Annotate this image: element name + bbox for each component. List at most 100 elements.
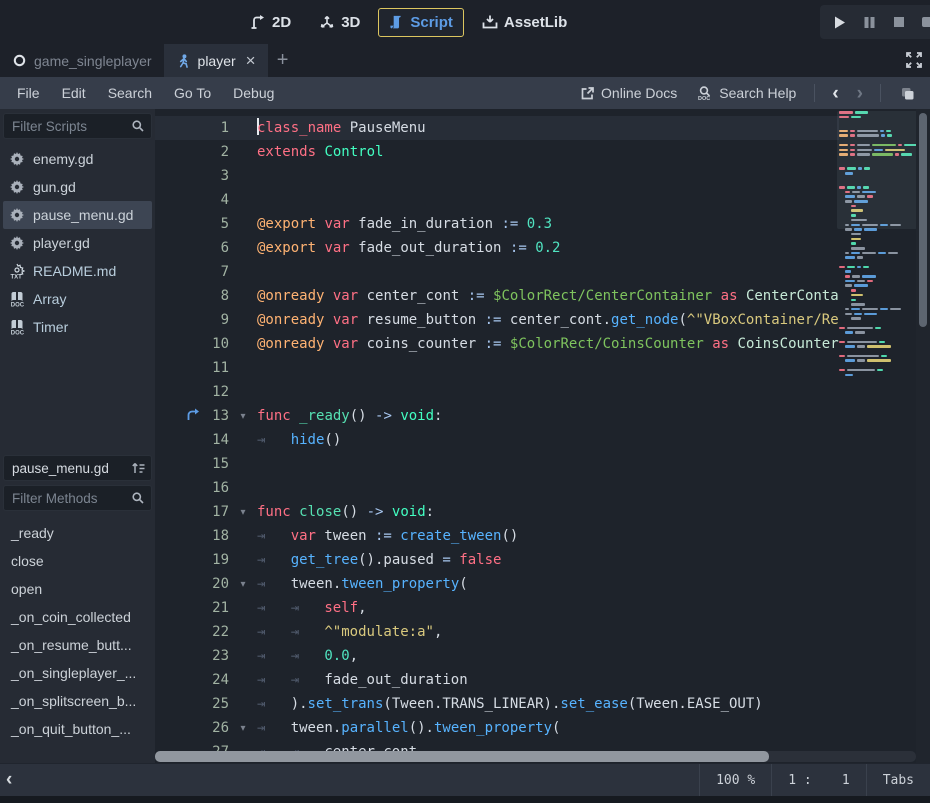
code-line-26[interactable]: 26▾⇥tween.parallel().tween_property( [155, 716, 839, 740]
script-item-Timer[interactable]: DOCTimer [3, 313, 152, 341]
method-item-_on_quit_button_[interactable]: _on_quit_button_... [3, 715, 152, 743]
play-button[interactable] [830, 12, 850, 32]
menu-search[interactable]: Search [97, 85, 163, 101]
minimap-row [845, 280, 915, 283]
code-line-13[interactable]: 13▾func _ready() -> void: [155, 404, 839, 428]
script-editor-main: enemy.gdgun.gdpause_menu.gdplayer.gdTXTR… [0, 109, 930, 763]
minimap-row [845, 331, 915, 334]
expand-editor-button[interactable] [904, 50, 924, 70]
code-line-9[interactable]: 9@onready var resume_button := center_co… [155, 308, 839, 332]
script-item-Array[interactable]: DOCArray [3, 285, 152, 313]
code-line-18[interactable]: 18⇥var tween := create_tween() [155, 524, 839, 548]
code-line-12[interactable]: 12 [155, 380, 839, 404]
fold-arrow-icon[interactable]: ▾ [229, 507, 257, 518]
code-line-19[interactable]: 19⇥get_tree().paused = false [155, 548, 839, 572]
line-number: 2 [155, 144, 229, 160]
code-line-1[interactable]: 1class_name PauseMenu [155, 116, 839, 140]
code-line-6[interactable]: 6@export var fade_out_duration := 0.2 [155, 236, 839, 260]
code-text: ⇥⇥fade_out_duration [257, 668, 839, 692]
minimap-row [845, 308, 915, 311]
code-line-3[interactable]: 3 [155, 164, 839, 188]
method-override-icon[interactable] [185, 407, 203, 425]
code-line-8[interactable]: 8@onready var center_cont := $ColorRect/… [155, 284, 839, 308]
online-docs-button[interactable]: Online Docs [572, 85, 685, 101]
code-editor[interactable]: 1class_name PauseMenu2extends Control 3 45… [155, 109, 930, 763]
code-line-4[interactable]: 4 [155, 188, 839, 212]
scene-tab-game_singleplayer[interactable]: game_singleplayer [0, 44, 164, 77]
line-number: 6 [155, 240, 229, 256]
code-line-21[interactable]: 21⇥⇥self, [155, 596, 839, 620]
collapse-sidebar-button[interactable]: ‹ [0, 769, 18, 791]
txt-icon: TXT [9, 263, 25, 279]
script-item-gun.gd[interactable]: gun.gd [3, 173, 152, 201]
tab-indent-marker: ⇥ [257, 596, 291, 620]
line-number: 17 [155, 504, 229, 520]
vertical-scrollbar[interactable] [916, 109, 930, 763]
line-number: 19 [155, 552, 229, 568]
horizontal-scrollbar-thumb[interactable] [155, 751, 769, 762]
code-line-25[interactable]: 25⇥).set_trans(Tween.TRANS_LINEAR).set_e… [155, 692, 839, 716]
scene-tab-player[interactable]: player× [164, 44, 268, 77]
doc-icon: DOC [9, 291, 25, 307]
mode-tab-assetlib[interactable]: AssetLib [472, 9, 577, 36]
menu-file[interactable]: File [6, 85, 51, 101]
indent-type-indicator[interactable]: Tabs [867, 764, 930, 796]
stop-button[interactable] [889, 12, 909, 32]
vertical-scrollbar-thumb[interactable] [919, 113, 927, 327]
code-line-15[interactable]: 15 [155, 452, 839, 476]
pause-button[interactable] [860, 12, 880, 32]
line-number: 20 [155, 576, 229, 592]
method-item-_ready[interactable]: _ready [3, 519, 152, 547]
menu-go-to[interactable]: Go To [163, 85, 222, 101]
fold-arrow-icon[interactable]: ▾ [229, 411, 257, 422]
script-item-enemy.gd[interactable]: enemy.gd [3, 145, 152, 173]
method-item-_on_splitscreen_b[interactable]: _on_splitscreen_b... [3, 687, 152, 715]
history-forward-button[interactable]: › [850, 84, 870, 103]
script-item-pause_menu.gd[interactable]: pause_menu.gd [3, 201, 152, 229]
method-item-open[interactable]: open [3, 575, 152, 603]
menu-edit[interactable]: Edit [51, 85, 97, 101]
fold-arrow-icon[interactable]: ▾ [229, 723, 257, 734]
add-scene-tab-button[interactable]: + [268, 44, 298, 77]
history-back-button[interactable]: ‹ [825, 84, 845, 103]
toggle-scripts-panel-button[interactable] [891, 85, 924, 102]
code-line-10[interactable]: 10@onready var coins_counter := $ColorRe… [155, 332, 839, 356]
caret-column: 1 [812, 773, 850, 788]
code-line-24[interactable]: 24⇥⇥fade_out_duration [155, 668, 839, 692]
code-text: @export var fade_in_duration := 0.3 [257, 212, 839, 236]
movie-mode-button[interactable] [919, 12, 930, 32]
search-help-button[interactable]: DOC Search Help [689, 85, 804, 101]
minimap-viewport[interactable] [837, 111, 917, 229]
method-item-_on_resume_butt[interactable]: _on_resume_butt... [3, 631, 152, 659]
code-line-23[interactable]: 23⇥⇥0.0, [155, 644, 839, 668]
mode-tab-script[interactable]: Script [378, 8, 464, 37]
code-line-5[interactable]: 5@export var fade_in_duration := 0.3 [155, 212, 839, 236]
code-minimap[interactable] [839, 111, 915, 763]
code-line-17[interactable]: 17▾func close() -> void: [155, 500, 839, 524]
code-line-14[interactable]: 14⇥hide() [155, 428, 839, 452]
fold-arrow-icon[interactable]: ▾ [229, 579, 257, 590]
mode-tab-3d[interactable]: 3D [309, 9, 370, 36]
horizontal-scrollbar[interactable] [155, 751, 916, 762]
code-line-7[interactable]: 7 [155, 260, 839, 284]
minimap-row [851, 247, 915, 250]
menu-debug[interactable]: Debug [222, 85, 285, 101]
mode-tab-2d[interactable]: 2D [240, 9, 301, 36]
script-item-player.gd[interactable]: player.gd [3, 229, 152, 257]
line-number: 10 [155, 336, 229, 352]
code-line-11[interactable]: 11 [155, 356, 839, 380]
line-number: 9 [155, 312, 229, 328]
method-item-_on_singleplayer_[interactable]: _on_singleplayer_... [3, 659, 152, 687]
zoom-indicator[interactable]: 100 % [700, 764, 771, 796]
script-item-README.md[interactable]: TXTREADME.md [3, 257, 152, 285]
close-tab-icon[interactable]: × [246, 52, 256, 69]
method-item-close[interactable]: close [3, 547, 152, 575]
code-line-16[interactable]: 16 [155, 476, 839, 500]
code-text: ⇥⇥0.0, [257, 644, 839, 668]
code-line-20[interactable]: 20▾⇥tween.tween_property( [155, 572, 839, 596]
code-line-2[interactable]: 2extends Control [155, 140, 839, 164]
code-line-22[interactable]: 22⇥⇥^"modulate:a", [155, 620, 839, 644]
method-item-_on_coin_collected[interactable]: _on_coin_collected [3, 603, 152, 631]
sort-methods-button[interactable] [130, 460, 147, 477]
line-number: 3 [155, 168, 229, 184]
